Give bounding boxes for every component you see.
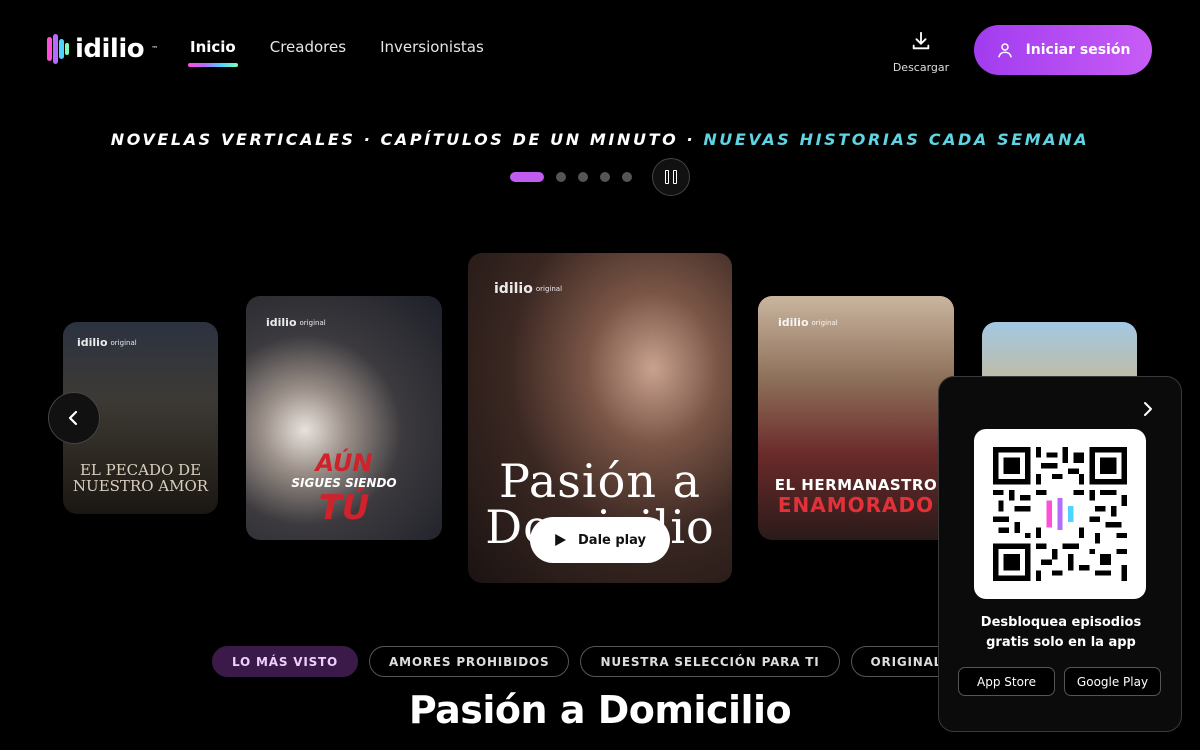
logo-mark-icon — [47, 34, 69, 64]
nav-inicio[interactable]: Inicio — [188, 38, 238, 67]
card-title: EL HERMANASTRO ENAMORADO — [774, 476, 938, 517]
category-lo-mas-visto[interactable]: LO MÁS VISTO — [212, 646, 359, 677]
nav-inversionistas-label: Inversionistas — [380, 38, 484, 56]
carousel-dot-1[interactable] — [510, 172, 544, 182]
play-icon — [555, 534, 566, 546]
category-tabs: LO MÁS VISTO AMORES PROHIBIDOS NUESTRA S… — [212, 646, 1057, 677]
play-button[interactable]: Dale play — [530, 517, 670, 563]
logo-tm: ™ — [151, 45, 159, 53]
download-label: Descargar — [892, 61, 950, 74]
download-icon — [912, 31, 930, 50]
logo[interactable]: idilio ™ — [47, 34, 158, 64]
pause-button[interactable] — [652, 158, 690, 196]
chevron-right-icon — [1144, 402, 1152, 416]
google-play-button[interactable]: Google Play — [1064, 667, 1161, 696]
nav-inicio-label: Inicio — [190, 38, 236, 56]
category-seleccion[interactable]: NUESTRA SELECCIÓN PARA TI — [580, 646, 840, 677]
card-brand: idilio original — [266, 316, 326, 329]
app-download-panel: Desbloquea episodios gratis solo en la a… — [938, 376, 1182, 732]
carousel-dot-2[interactable] — [556, 172, 566, 182]
card-title: AÚN SIGUES SIENDO TÚ — [291, 449, 397, 528]
qr-code-icon — [993, 447, 1127, 581]
pause-icon-bar-right — [673, 170, 677, 184]
carousel-dot-5[interactable] — [622, 172, 632, 182]
category-amores-prohibidos[interactable]: AMORES PROHIBIDOS — [369, 646, 570, 677]
login-button[interactable]: Iniciar sesión — [974, 25, 1152, 75]
store-buttons: App Store Google Play — [958, 667, 1161, 696]
header: idilio ™ Inicio Creadores Inversionistas … — [0, 0, 1200, 96]
app-store-button[interactable]: App Store — [958, 667, 1055, 696]
pause-icon-bar-left — [665, 170, 669, 184]
carousel-dot-3[interactable] — [578, 172, 588, 182]
show-card-aun-sigues[interactable]: idilio original AÚN SIGUES SIENDO TÚ — [246, 296, 442, 540]
tagline-highlight: NUEVAS HISTORIAS CADA SEMANA — [703, 130, 1090, 149]
qr-description: Desbloquea episodios gratis solo en la a… — [980, 615, 1142, 650]
show-card-hermanastro[interactable]: idilio original EL HERMANASTRO ENAMORADO — [758, 296, 954, 540]
tagline: NOVELAS VERTICALES · CAPÍTULOS DE UN MIN… — [0, 130, 1200, 149]
card-brand: idilio original — [77, 336, 137, 349]
carousel-dot-4[interactable] — [600, 172, 610, 182]
user-icon — [997, 43, 1012, 58]
nav-creadores-label: Creadores — [269, 38, 347, 56]
tagline-part1: NOVELAS VERTICALES · CAPÍTULOS DE UN MIN… — [110, 130, 704, 149]
show-card-pasion[interactable]: idiliooriginal Pasión a Domicilio Dale p… — [468, 253, 732, 583]
main-nav: Inicio Creadores Inversionistas — [188, 38, 484, 67]
card-brand: idilio original — [494, 281, 563, 297]
nav-inversionistas[interactable]: Inversionistas — [380, 38, 484, 56]
logo-text: idilio — [75, 34, 145, 64]
login-label: Iniciar sesión — [1025, 42, 1131, 58]
nav-creadores[interactable]: Creadores — [270, 38, 346, 56]
nav-active-underline — [188, 63, 238, 67]
qr-code — [974, 429, 1146, 599]
carousel-pagination — [510, 172, 632, 182]
card-brand: idilio original — [778, 316, 838, 329]
card-title: EL PECADO DE NUESTRO AMOR — [72, 461, 209, 495]
carousel-prev-button[interactable] — [48, 392, 100, 444]
download-button[interactable]: Descargar — [890, 30, 952, 75]
chevron-left-icon — [68, 410, 78, 426]
play-label: Dale play — [578, 532, 646, 548]
panel-next-button[interactable] — [1139, 401, 1155, 421]
